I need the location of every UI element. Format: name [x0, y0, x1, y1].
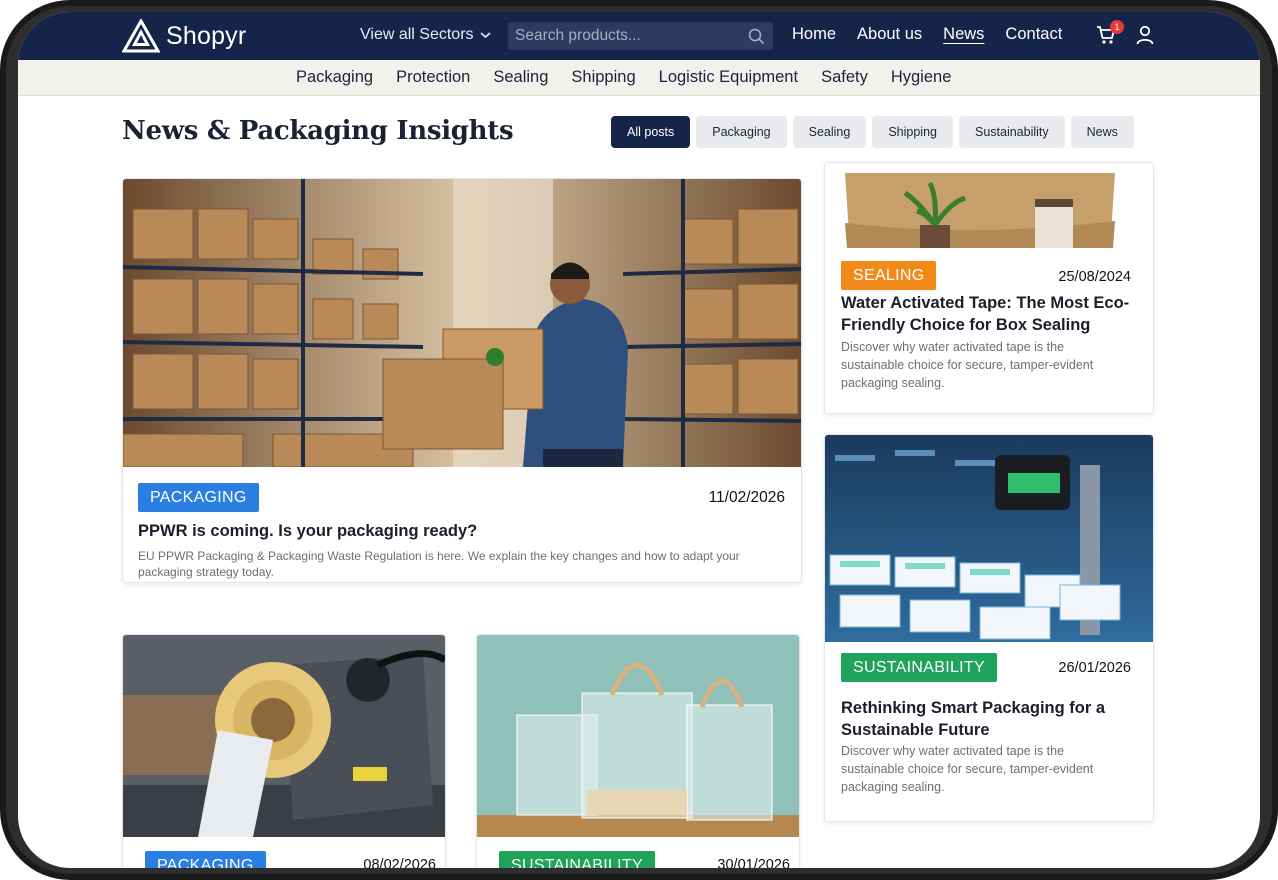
nav-about-us[interactable]: About us: [857, 25, 922, 44]
post-date: 11/02/2026: [708, 489, 785, 506]
nav-contact[interactable]: Contact: [1005, 25, 1062, 44]
filter-packaging[interactable]: Packaging: [696, 116, 787, 148]
post-description: EU PPWR Packaging & Packaging Waste Regu…: [138, 549, 740, 579]
post-title[interactable]: Water Activated Tape: The Most Eco-Frien…: [841, 292, 1141, 336]
warehouse-image: [123, 179, 801, 467]
top-navbar: Shopyr View all Sectors Home About us Ne…: [18, 12, 1260, 60]
search-icon[interactable]: [748, 28, 765, 45]
plastic-bags-image: [477, 635, 799, 837]
category-links: Packaging Protection Sealing Shipping Lo…: [296, 68, 951, 87]
search-box: [508, 22, 773, 50]
sealing-post-card[interactable]: SEALING 25/08/2024 Water Activated Tape:…: [824, 162, 1154, 414]
cart-count-badge: 1: [1110, 20, 1124, 34]
nav-news[interactable]: News: [943, 25, 984, 44]
user-icon: [1136, 25, 1154, 45]
filter-all-posts[interactable]: All posts: [611, 116, 691, 148]
category-packaging[interactable]: Packaging: [296, 68, 373, 87]
eco-packaging-image: [825, 163, 1153, 248]
sustainability-bags-post-card[interactable]: SUSTAINABILITY 30/01/2026: [476, 634, 800, 868]
category-hygiene[interactable]: Hygiene: [891, 68, 952, 87]
filter-shipping[interactable]: Shipping: [872, 116, 953, 148]
category-bar: Packaging Protection Sealing Shipping Lo…: [18, 60, 1260, 96]
post-title[interactable]: PPWR is coming. Is your packaging ready?: [138, 520, 778, 542]
filter-news[interactable]: News: [1070, 116, 1134, 148]
packaging-post-card[interactable]: PACKAGING 08/02/2026: [122, 634, 446, 868]
category-safety[interactable]: Safety: [821, 68, 868, 87]
post-tag-sustainability[interactable]: SUSTAINABILITY: [841, 653, 997, 682]
nav-home[interactable]: Home: [792, 25, 836, 44]
view-all-sectors-dropdown[interactable]: View all Sectors: [360, 26, 491, 44]
smart-factory-image: [825, 435, 1153, 642]
category-sealing[interactable]: Sealing: [493, 68, 548, 87]
filter-sustainability[interactable]: Sustainability: [958, 116, 1065, 148]
category-logistic-equipment[interactable]: Logistic Equipment: [659, 68, 798, 87]
tape-dispenser-image: [123, 635, 445, 837]
cart-button[interactable]: 1: [1096, 20, 1124, 50]
post-date: 25/08/2024: [1058, 269, 1131, 285]
sustainability-post-card[interactable]: SUSTAINABILITY 26/01/2026 Rethinking Sma…: [824, 434, 1154, 822]
post-tag-packaging[interactable]: PACKAGING: [145, 851, 266, 868]
brand-name: Shopyr: [166, 21, 247, 50]
post-tag-packaging[interactable]: PACKAGING: [138, 483, 259, 512]
recycle-logo-icon: [122, 19, 160, 53]
chevron-down-icon: [479, 32, 491, 39]
page-title: News & Packaging Insights: [122, 116, 514, 146]
post-filters: All posts Packaging Sealing Shipping Sus…: [611, 116, 1134, 148]
screen: Shopyr View all Sectors Home About us Ne…: [18, 12, 1260, 868]
sectors-label: View all Sectors: [360, 26, 474, 43]
main-nav: Home About us News Contact: [792, 25, 1062, 44]
post-title[interactable]: Rethinking Smart Packaging for a Sustain…: [841, 697, 1131, 741]
search-input[interactable]: [508, 27, 738, 45]
post-date: 26/01/2026: [1058, 660, 1131, 676]
post-date: 30/01/2026: [717, 857, 790, 868]
post-tag-sealing[interactable]: SEALING: [841, 261, 937, 290]
filter-sealing[interactable]: Sealing: [792, 116, 867, 148]
featured-post-card[interactable]: PACKAGING 11/02/2026 PPWR is coming. Is …: [122, 178, 802, 583]
post-description: Discover why water activated tape is the…: [841, 744, 1094, 794]
category-protection[interactable]: Protection: [396, 68, 470, 87]
post-description: Discover why water activated tape is the…: [841, 340, 1094, 390]
brand-logo[interactable]: Shopyr: [122, 19, 246, 53]
post-date: 08/02/2026: [363, 857, 436, 868]
post-tag-sustainability[interactable]: SUSTAINABILITY: [499, 851, 655, 868]
account-button[interactable]: [1136, 25, 1154, 50]
category-shipping[interactable]: Shipping: [571, 68, 635, 87]
